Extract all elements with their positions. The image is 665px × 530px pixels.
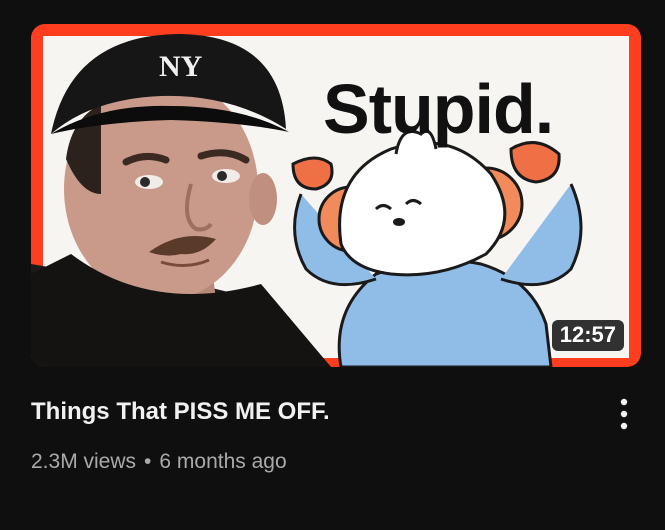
view-count: 2.3M views <box>31 450 137 473</box>
separator-dot: • <box>144 450 152 473</box>
svg-text:NY: NY <box>159 50 203 83</box>
more-actions-button[interactable] <box>604 394 644 434</box>
more-vertical-icon <box>620 398 628 430</box>
video-title[interactable]: Things That PISS ME OFF. <box>31 396 330 428</box>
duration-badge: 12:57 <box>551 320 624 351</box>
thumbnail-text: Stupid. <box>323 70 554 148</box>
video-metadata: 2.3M views • 6 months ago <box>31 448 287 476</box>
video-card: NY Stupid. 12:57 Things That PISS ME OFF… <box>0 0 665 530</box>
video-thumbnail[interactable]: NY Stupid. 12:57 <box>31 24 641 367</box>
upload-age: 6 months ago <box>159 450 287 473</box>
